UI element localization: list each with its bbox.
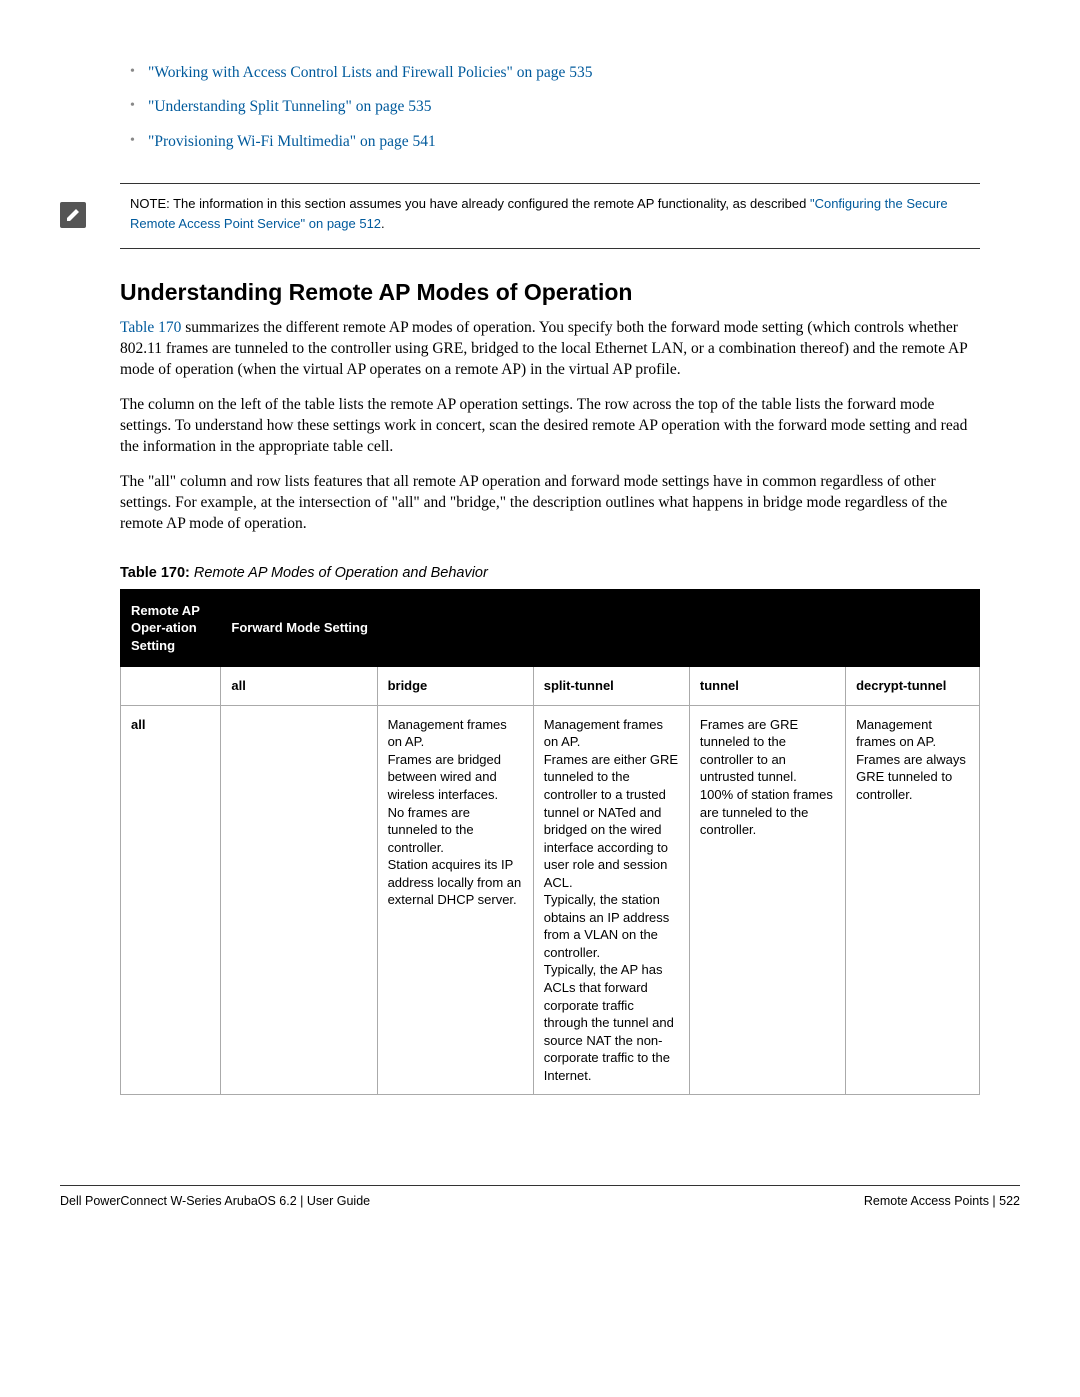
pencil-icon — [60, 202, 86, 228]
note-callout: NOTE: The information in this section as… — [120, 183, 980, 249]
table-header-row: Remote AP Oper-ation Setting Forward Mod… — [121, 589, 980, 667]
cell-all — [221, 705, 377, 1094]
cross-ref-link[interactable]: "Understanding Split Tunneling" on page … — [148, 98, 431, 115]
header-op-setting: Remote AP Oper-ation Setting — [121, 589, 221, 667]
subheader-cell: all — [221, 667, 377, 706]
cell-split: Management frames on AP. Frames are eith… — [533, 705, 689, 1094]
note-icon-wrap — [60, 202, 86, 228]
body-paragraph: The column on the left of the table list… — [120, 395, 980, 458]
cell-tunnel: Frames are GRE tunneled to the controlle… — [689, 705, 845, 1094]
body-paragraph: Table 170 summarizes the different remot… — [120, 318, 980, 381]
subheader-cell: split-tunnel — [533, 667, 689, 706]
body-paragraph: The "all" column and row lists features … — [120, 472, 980, 535]
cell-bridge: Management frames on AP. Frames are brid… — [377, 705, 533, 1094]
table-row: all Management frames on AP. Frames are … — [121, 705, 980, 1094]
footer-right: Remote Access Points | 522 — [864, 1194, 1020, 1208]
table-ref-link[interactable]: Table 170 — [120, 319, 181, 336]
caption-number: Table 170: — [120, 565, 190, 581]
footer-left: Dell PowerConnect W-Series ArubaOS 6.2 |… — [60, 1194, 370, 1208]
subheader-cell: bridge — [377, 667, 533, 706]
row-label: all — [121, 705, 221, 1094]
subheader-cell: tunnel — [689, 667, 845, 706]
subheader-cell — [121, 667, 221, 706]
modes-table: Remote AP Oper-ation Setting Forward Mod… — [120, 589, 980, 1096]
note-text: NOTE: The information in this section as… — [120, 194, 980, 234]
list-item: "Provisioning Wi-Fi Multimedia" on page … — [120, 129, 980, 155]
note-prefix: NOTE: The information in this section as… — [130, 196, 810, 211]
note-suffix: . — [381, 216, 385, 231]
list-item: "Understanding Split Tunneling" on page … — [120, 94, 980, 120]
section-heading: Understanding Remote AP Modes of Operati… — [120, 279, 980, 306]
page-footer: Dell PowerConnect W-Series ArubaOS 6.2 |… — [60, 1185, 1020, 1248]
cell-decrypt: Management frames on AP. Frames are alwa… — [846, 705, 980, 1094]
header-forward-mode: Forward Mode Setting — [221, 589, 980, 667]
table-subheader-row: all bridge split-tunnel tunnel decrypt-t… — [121, 667, 980, 706]
paragraph-text: summarizes the different remote AP modes… — [120, 319, 967, 378]
cross-reference-list: "Working with Access Control Lists and F… — [120, 60, 980, 155]
cross-ref-link[interactable]: "Working with Access Control Lists and F… — [148, 64, 593, 81]
list-item: "Working with Access Control Lists and F… — [120, 60, 980, 86]
subheader-cell: decrypt-tunnel — [846, 667, 980, 706]
cross-ref-link[interactable]: "Provisioning Wi-Fi Multimedia" on page … — [148, 133, 436, 150]
caption-title: Remote AP Modes of Operation and Behavio… — [190, 565, 488, 581]
table-caption: Table 170: Remote AP Modes of Operation … — [120, 565, 980, 581]
